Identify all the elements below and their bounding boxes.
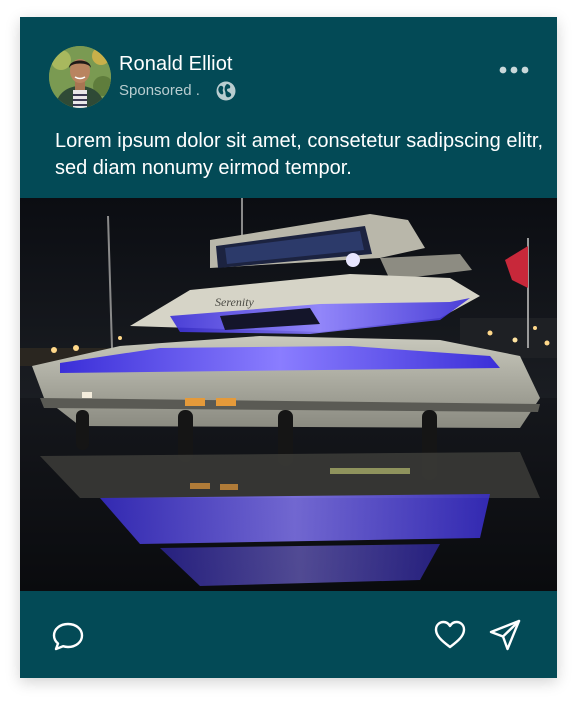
- avatar[interactable]: [49, 46, 111, 108]
- globe-icon: [215, 80, 237, 102]
- send-icon[interactable]: [488, 618, 522, 652]
- svg-text:Serenity: Serenity: [215, 295, 255, 309]
- author-name[interactable]: Ronald Elliot: [119, 53, 233, 76]
- post-caption: Lorem ipsum dolor sit amet, consetetur s…: [55, 130, 543, 179]
- post-actions-bar: [20, 591, 557, 678]
- heart-icon[interactable]: [433, 618, 467, 652]
- more-options-icon[interactable]: [497, 63, 531, 75]
- post-image[interactable]: Serenity: [20, 198, 557, 591]
- post-header: Ronald Elliot Sponsored .: [20, 17, 557, 127]
- comment-icon[interactable]: [51, 619, 85, 653]
- post-card: Ronald Elliot Sponsored . Lorem ipsum do…: [20, 17, 557, 678]
- sponsored-label: Sponsored .: [119, 82, 200, 99]
